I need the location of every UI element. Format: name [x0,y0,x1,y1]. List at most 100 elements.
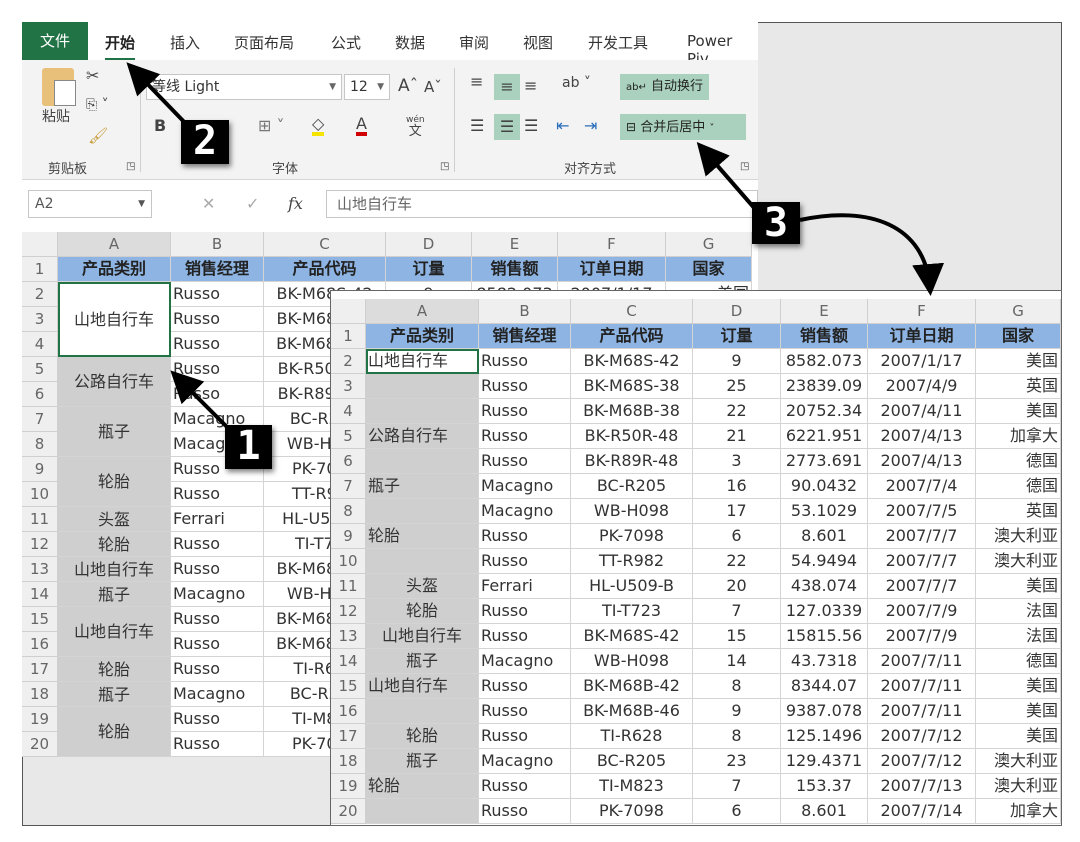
formula-input[interactable]: 山地自行车 [326,190,758,218]
row-header-13[interactable]: 13 [331,624,366,649]
table-cell[interactable]: Russo [171,382,264,407]
table-cell[interactable]: Macagno [479,649,571,674]
cancel-icon[interactable]: ✕ [202,196,215,212]
table-cell[interactable]: 2007/4/13 [868,449,976,474]
select-all-corner[interactable] [331,299,366,324]
table-cell[interactable]: Macagno [479,474,571,499]
category-cell[interactable]: 轮胎 [366,599,479,624]
row-header-9[interactable]: 9 [22,457,58,482]
align-center-icon[interactable]: ☰ [494,114,520,140]
table-cell[interactable]: Russo [479,374,571,399]
row-header-6[interactable]: 6 [22,382,58,407]
table-cell[interactable]: 90.0432 [781,474,868,499]
category-cell[interactable]: 瓶子 [366,474,479,499]
table-cell[interactable]: Russo [171,732,264,757]
table-cell[interactable]: BK-M68S-42 [571,624,693,649]
table-cell[interactable]: 英国 [976,499,1061,524]
table-cell[interactable]: 2007/7/11 [868,649,976,674]
table-cell[interactable]: Russo [479,599,571,624]
header-cell[interactable]: 订量 [693,324,781,349]
table-cell[interactable]: Macagno [171,582,264,607]
row-header-5[interactable]: 5 [22,357,58,382]
merged-category-cell[interactable]: 瓶子 [58,407,171,457]
phonetic-icon[interactable]: wén 文 [406,116,425,139]
tab-4[interactable]: 公式 [331,32,361,53]
table-cell[interactable]: 127.0339 [781,599,868,624]
align-right-icon[interactable]: ☰ [524,118,538,134]
row-header-3[interactable]: 3 [331,374,366,399]
increase-font-icon[interactable]: Aˆ [398,78,418,95]
table-cell[interactable]: 23 [693,749,781,774]
table-cell[interactable]: Macagno [171,682,264,707]
table-cell[interactable]: Russo [479,549,571,574]
category-cell[interactable]: 公路自行车 [366,424,479,449]
table-cell[interactable]: Russo [479,399,571,424]
table-cell[interactable]: Macagno [479,749,571,774]
table-cell[interactable]: 9 [693,699,781,724]
table-cell[interactable]: 438.074 [781,574,868,599]
border-icon[interactable]: ⊞ ˅ [258,118,285,134]
enter-icon[interactable]: ✓ [246,196,259,212]
table-cell[interactable]: Russo [171,607,264,632]
table-cell[interactable]: 8.601 [781,524,868,549]
category-cell[interactable]: 轮胎 [366,524,479,549]
category-cell[interactable]: 头盔 [366,574,479,599]
wrap-text-button[interactable]: ab↵ 自动换行 [620,74,710,100]
table-cell[interactable]: Russo [479,424,571,449]
merged-category-cell[interactable]: 瓶子 [58,682,171,707]
table-cell[interactable]: 澳大利亚 [976,774,1061,799]
table-cell[interactable]: Ferrari [479,574,571,599]
tab-2[interactable]: 插入 [170,32,200,53]
table-cell[interactable]: Russo [479,449,571,474]
table-cell[interactable]: 德国 [976,449,1061,474]
table-cell[interactable]: 美国 [976,399,1061,424]
column-header-G[interactable]: G [976,299,1061,324]
tab-7[interactable]: 视图 [523,32,553,53]
table-cell[interactable]: 20752.34 [781,399,868,424]
dialog-launcher-icon[interactable]: ◳ [440,162,449,172]
table-cell[interactable]: Russo [171,632,264,657]
column-header-G[interactable]: G [666,232,752,257]
paste-label[interactable]: 粘贴 [42,110,70,124]
table-cell[interactable]: 6 [693,524,781,549]
table-cell[interactable]: 2007/7/12 [868,724,976,749]
paste-icon[interactable] [42,68,76,106]
table-cell[interactable]: 2007/4/9 [868,374,976,399]
table-cell[interactable]: 8.601 [781,799,868,824]
table-cell[interactable]: 加拿大 [976,799,1061,824]
column-header-D[interactable]: D [693,299,781,324]
merge-center-button[interactable]: ⊟ 合并后居中 ˅ [620,114,746,140]
column-header-E[interactable]: E [472,232,558,257]
category-cell[interactable] [366,374,479,399]
table-cell[interactable]: WB-H098 [571,649,693,674]
table-cell[interactable]: Russo [479,699,571,724]
table-cell[interactable]: TI-T723 [571,599,693,624]
table-cell[interactable]: 2007/7/9 [868,599,976,624]
table-cell[interactable]: Russo [171,657,264,682]
table-cell[interactable]: 2007/7/5 [868,499,976,524]
row-header-10[interactable]: 10 [22,482,58,507]
row-header-1[interactable]: 1 [331,324,366,349]
row-header-7[interactable]: 7 [22,407,58,432]
font-color-icon[interactable]: A [356,116,367,136]
table-cell[interactable]: Russo [479,774,571,799]
bold-button[interactable]: B [154,118,166,134]
tab-8[interactable]: 开发工具 [588,32,648,53]
row-header-15[interactable]: 15 [22,607,58,632]
row-header-2[interactable]: 2 [22,282,58,307]
decrease-indent-icon[interactable]: ⇤ [556,118,569,134]
tab-6[interactable]: 审阅 [459,32,489,53]
table-cell[interactable]: 2007/7/11 [868,674,976,699]
table-cell[interactable]: Russo [171,307,264,332]
table-cell[interactable]: TI-R628 [571,724,693,749]
row-header-6[interactable]: 6 [331,449,366,474]
table-cell[interactable]: 14 [693,649,781,674]
table-cell[interactable]: 加拿大 [976,424,1061,449]
table-cell[interactable]: 2007/7/7 [868,574,976,599]
header-cell[interactable]: 产品类别 [58,257,171,282]
table-cell[interactable]: 2007/7/12 [868,749,976,774]
table-cell[interactable]: 8344.07 [781,674,868,699]
table-cell[interactable]: 22 [693,399,781,424]
table-cell[interactable]: 美国 [976,699,1061,724]
row-header-16[interactable]: 16 [331,699,366,724]
